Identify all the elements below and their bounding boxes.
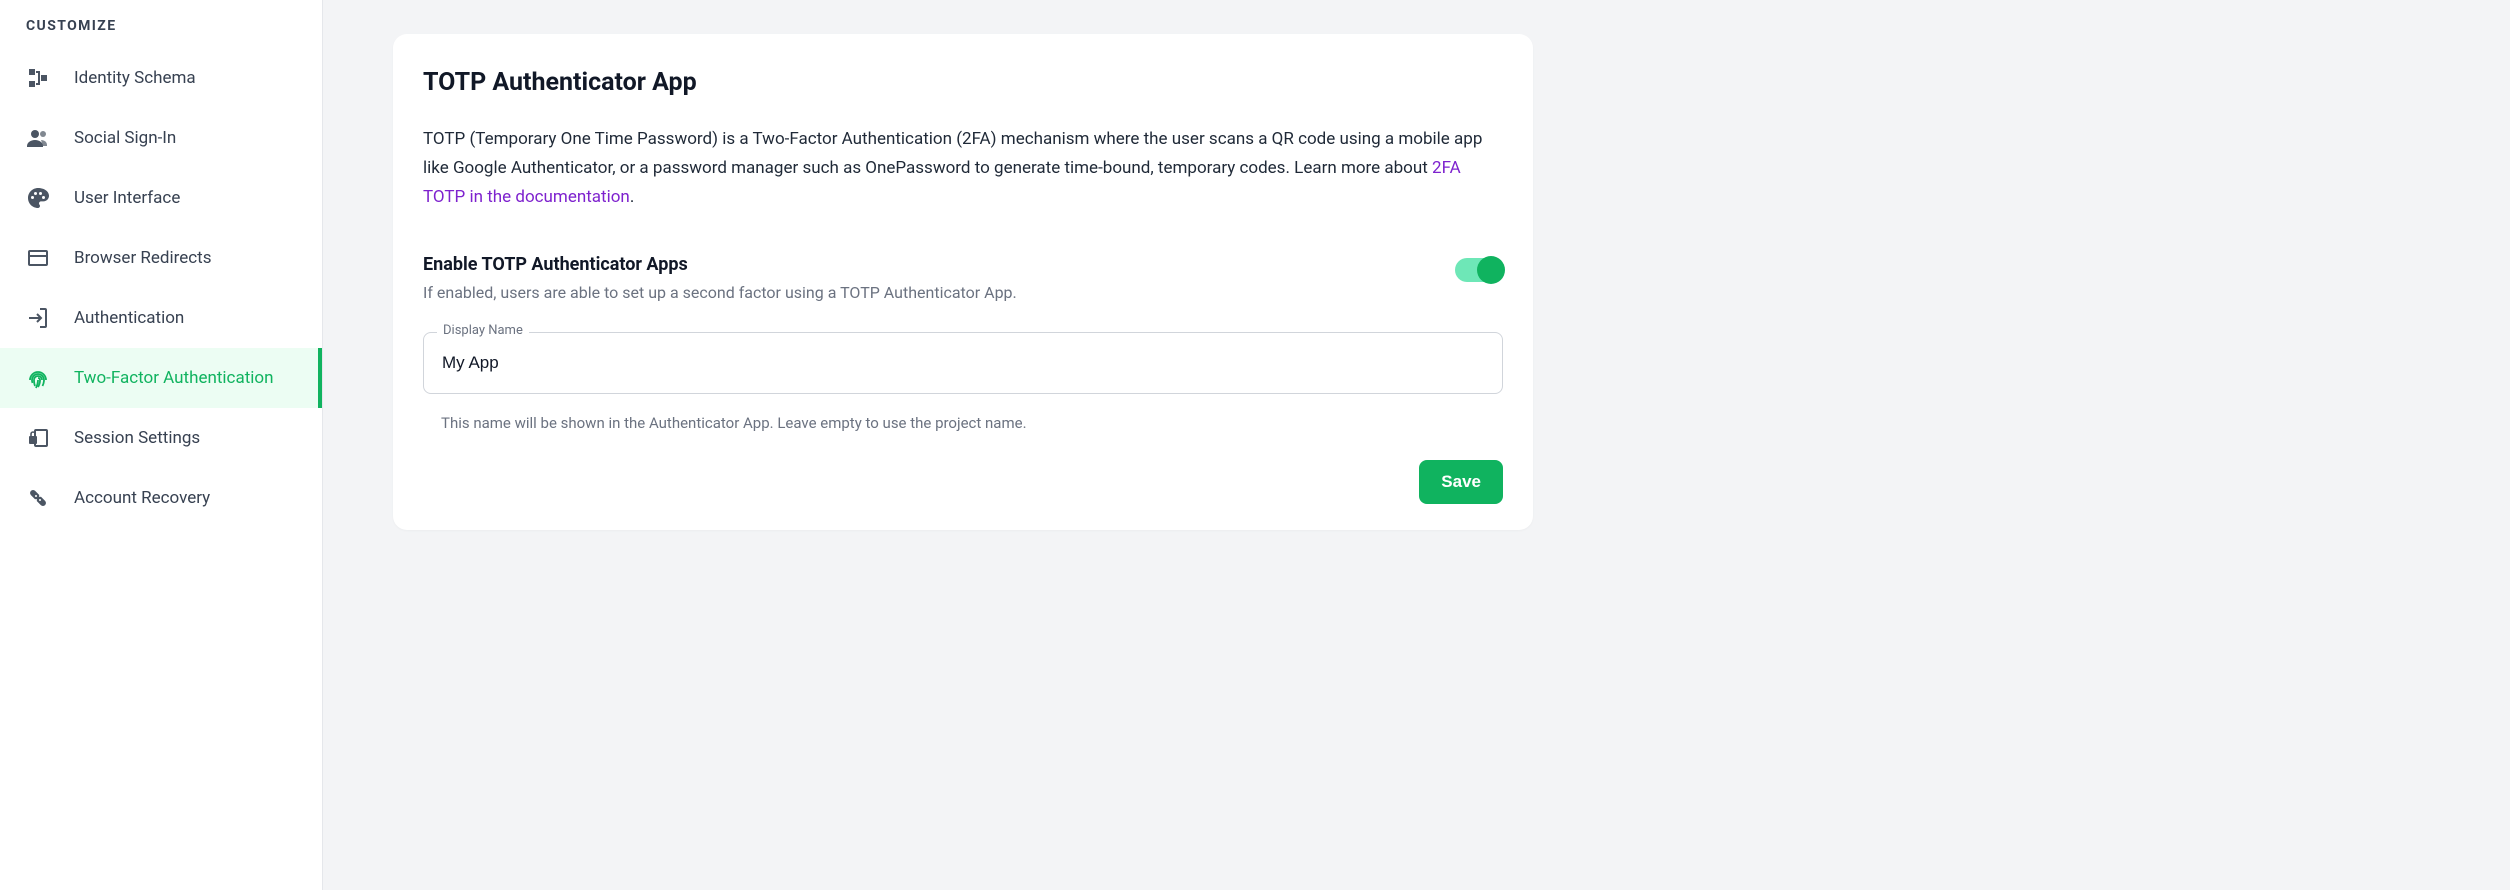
display-name-field-wrap: Display Name <box>423 332 1503 394</box>
card-desc-suffix: . <box>630 187 634 207</box>
display-name-input[interactable] <box>423 332 1503 394</box>
enable-totp-row: Enable TOTP Authenticator Apps If enable… <box>423 254 1503 302</box>
browser-icon <box>26 246 50 270</box>
card-actions: Save <box>423 460 1503 504</box>
card-desc-text: TOTP (Temporary One Time Password) is a … <box>423 129 1482 178</box>
main-content: TOTP Authenticator App TOTP (Temporary O… <box>323 0 2510 890</box>
palette-icon <box>26 186 50 210</box>
display-name-help: This name will be shown in the Authentic… <box>423 404 1503 432</box>
sidebar-item-label: Social Sign-In <box>74 128 176 148</box>
sidebar-section-header: CUSTOMIZE <box>0 18 322 48</box>
sidebar-item-label: Identity Schema <box>74 68 196 88</box>
people-icon <box>26 126 50 150</box>
toggle-knob <box>1477 256 1505 284</box>
sidebar-item-browser-redirects[interactable]: Browser Redirects <box>0 228 322 288</box>
sidebar-item-identity-schema[interactable]: Identity Schema <box>0 48 322 108</box>
fingerprint-icon <box>26 366 50 390</box>
schema-icon <box>26 66 50 90</box>
sidebar-item-user-interface[interactable]: User Interface <box>0 168 322 228</box>
sidebar-item-label: Account Recovery <box>74 488 210 508</box>
sidebar-item-label: User Interface <box>74 188 180 208</box>
sidebar-item-social-signin[interactable]: Social Sign-In <box>0 108 322 168</box>
device-lock-icon <box>26 426 50 450</box>
save-button[interactable]: Save <box>1419 460 1503 504</box>
login-icon <box>26 306 50 330</box>
sidebar: CUSTOMIZE Identity Schema Social Sign-In… <box>0 0 323 890</box>
sidebar-item-label: Two-Factor Authentication <box>74 368 273 388</box>
display-name-label: Display Name <box>437 323 529 338</box>
toggle-title: Enable TOTP Authenticator Apps <box>423 254 1017 275</box>
sidebar-item-session-settings[interactable]: Session Settings <box>0 408 322 468</box>
sidebar-item-account-recovery[interactable]: Account Recovery <box>0 468 322 528</box>
sidebar-item-authentication[interactable]: Authentication <box>0 288 322 348</box>
enable-totp-toggle[interactable] <box>1455 258 1503 282</box>
sidebar-item-label: Authentication <box>74 308 184 328</box>
card-title: TOTP Authenticator App <box>423 68 1503 97</box>
sidebar-item-two-factor-authentication[interactable]: Two-Factor Authentication <box>0 348 322 408</box>
bandage-icon <box>26 486 50 510</box>
sidebar-item-label: Session Settings <box>74 428 200 448</box>
toggle-subtitle: If enabled, users are able to set up a s… <box>423 283 1017 302</box>
toggle-text: Enable TOTP Authenticator Apps If enable… <box>423 254 1017 302</box>
totp-card: TOTP Authenticator App TOTP (Temporary O… <box>393 34 1533 530</box>
card-description: TOTP (Temporary One Time Password) is a … <box>423 125 1503 212</box>
sidebar-item-label: Browser Redirects <box>74 248 212 268</box>
